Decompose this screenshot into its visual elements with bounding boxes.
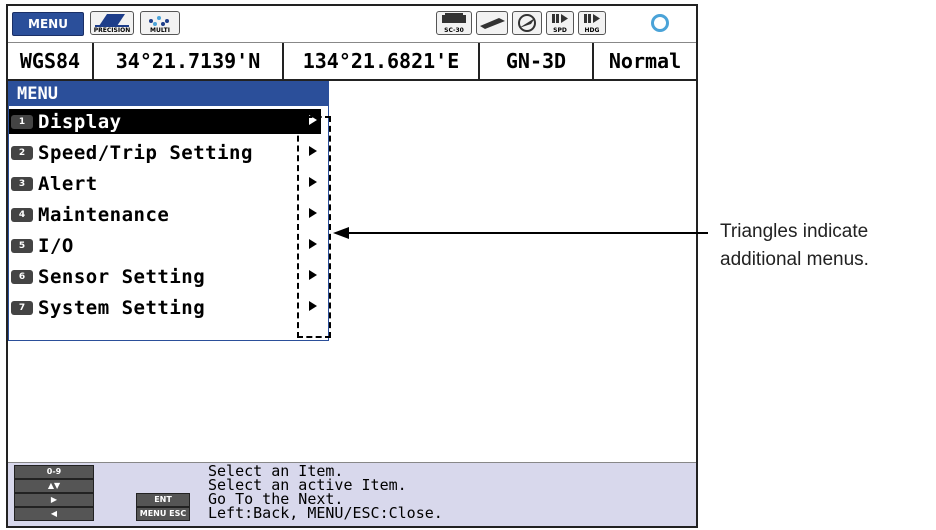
sc30-icon: SC-30 <box>436 11 472 35</box>
ship-icon <box>476 11 508 35</box>
gear-icon <box>651 14 669 32</box>
help-text: Select an Item. Select an active Item. Go … <box>208 464 443 522</box>
left-key: ◀ <box>14 507 94 521</box>
precision-icon: PRECISION <box>90 11 134 35</box>
status-bar: MENU PRECISION MULTI SC-30 SPD HDG <box>8 6 696 43</box>
item-number: 3 <box>11 176 33 191</box>
callout-line <box>346 232 708 234</box>
datum-cell: WGS84 <box>8 43 94 79</box>
callout-text: Triangles indicate additional menus. <box>720 221 869 270</box>
ent-key: ENT <box>136 493 190 507</box>
longitude-cell: 134°21.6821'E <box>284 43 480 79</box>
display-screen: MENU PRECISION MULTI SC-30 SPD HDG WGS84… <box>6 4 698 528</box>
menu-item-io[interactable]: 5 I/O <box>9 230 328 261</box>
item-number: 6 <box>11 269 33 284</box>
compass-icon <box>512 11 542 35</box>
spd-icon: SPD <box>546 11 574 35</box>
status-cell: Normal <box>608 49 682 73</box>
menu-item-speed-trip-setting[interactable]: 2 Speed/Trip Setting <box>9 137 328 168</box>
menu-item-system-setting[interactable]: 7 System Setting <box>9 292 328 323</box>
fix-mode-cell: GN-3D <box>480 43 594 79</box>
menu-item-label: Alert <box>38 172 98 195</box>
menu-item-label: System Setting <box>38 296 206 319</box>
position-row: WGS84 34°21.7139'N 134°21.6821'E GN-3D N… <box>8 43 696 81</box>
menu-indicator[interactable]: MENU <box>12 12 84 36</box>
up-down-key: ▲▼ <box>14 479 94 493</box>
callout-arrow-icon <box>333 227 349 239</box>
menu-esc-key: MENU ESC <box>136 507 190 521</box>
item-number: 2 <box>11 145 33 160</box>
help-bar: 0-9 ▲▼ ▶ ◀ ENT MENU ESC Select an Item. S… <box>8 462 696 526</box>
item-number: 7 <box>11 300 33 315</box>
item-number: 1 <box>11 114 33 129</box>
menu-item-alert[interactable]: 3 Alert <box>9 168 328 199</box>
latitude-cell: 34°21.7139'N <box>94 43 284 79</box>
multi-icon: MULTI <box>140 11 180 35</box>
right-key: ▶ <box>14 493 94 507</box>
menu-item-maintenance[interactable]: 4 Maintenance <box>9 199 328 230</box>
menu-item-label: Speed/Trip Setting <box>38 141 253 164</box>
triangle-highlight-box <box>297 116 331 338</box>
numeric-key: 0-9 <box>14 465 94 479</box>
help-line: Left:Back, MENU/ESC:Close. <box>208 504 443 522</box>
main-menu: MENU 1 Display 2 Speed/Trip Setting 3 Alert… <box>8 81 329 341</box>
menu-item-sensor-setting[interactable]: 6 Sensor Setting <box>9 261 328 292</box>
menu-item-label: I/O <box>38 234 74 257</box>
item-number: 5 <box>11 238 33 253</box>
menu-item-label: Display <box>38 110 122 133</box>
menu-item-label: Sensor Setting <box>38 265 206 288</box>
item-number: 4 <box>11 207 33 222</box>
menu-item-display[interactable]: 1 Display <box>9 106 328 137</box>
menu-title: MENU <box>9 82 328 106</box>
menu-item-label: Maintenance <box>38 203 170 226</box>
hdg-icon: HDG <box>578 11 606 35</box>
